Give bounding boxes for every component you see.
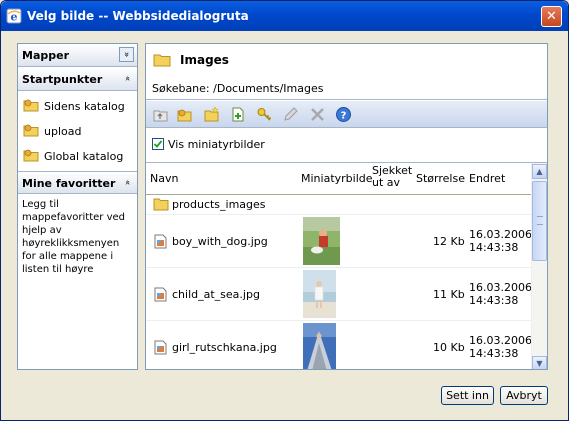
list-item-file[interactable]: child_at_sea.jpg 11 Kb 16.03.2006 14:43:… <box>146 268 532 321</box>
startpoints-section-header[interactable]: Startpunkter « <box>18 68 137 91</box>
file-name: girl_rutschkana.jpg <box>172 341 277 354</box>
list-item-file[interactable]: girl_rutschkana.jpg 10 Kb 16.03.2006 14:… <box>146 321 532 369</box>
file-list: Navn Miniatyrbilde Sjekket ut av Størrels… <box>146 162 547 369</box>
image-file-icon <box>154 234 167 249</box>
arrow-down-icon: ▼ <box>536 359 543 368</box>
image-file-icon <box>154 287 167 302</box>
startpoint-upload[interactable]: upload <box>23 122 135 140</box>
favorite-folder-icon <box>23 149 39 162</box>
svg-text:?: ? <box>341 111 347 122</box>
window-title: Velg bilde -- Webbsidedialogruta <box>27 9 249 23</box>
scroll-up-button[interactable]: ▲ <box>532 164 547 179</box>
thumbnail-image <box>303 217 340 265</box>
file-name: products_images <box>172 198 266 211</box>
file-list-header: Navn Miniatyrbilde Sjekket ut av Størrels… <box>146 163 531 195</box>
right-panel: Images Søkebane: /Documents/Images ? Vis… <box>145 43 548 370</box>
collapse-icon[interactable]: « <box>119 71 134 86</box>
startpoint-site-catalog[interactable]: Sidens katalog <box>23 97 135 115</box>
show-thumbnails-checkbox[interactable] <box>152 138 164 150</box>
favorite-folder-icon <box>23 124 39 137</box>
thumbnail-image <box>303 270 336 318</box>
favorites-section-title: Mine favoritter <box>22 177 116 190</box>
path-label: Søkebane: <box>152 82 210 95</box>
checkmark-icon <box>153 140 163 148</box>
insert-button[interactable]: Sett inn <box>441 386 494 405</box>
favorites-help-text: Legg til mappefavoritter ved hjelp av hø… <box>22 199 125 275</box>
title-bar[interactable]: e Velg bilde -- Webbsidedialogruta ✕ <box>1 1 568 31</box>
arrow-up-icon: ▲ <box>536 167 543 176</box>
new-folder-icon[interactable] <box>203 106 220 123</box>
list-item-file[interactable]: boy_with_dog.jpg 12 Kb 16.03.2006 14:43:… <box>146 215 532 268</box>
file-date: 16.03.2006 <box>469 228 532 241</box>
file-date: 16.03.2006 <box>469 334 532 347</box>
folder-icon <box>153 54 171 67</box>
cancel-button[interactable]: Avbryt <box>500 386 548 405</box>
current-folder-title: Images <box>180 53 229 67</box>
column-modified[interactable]: Endret <box>469 172 505 185</box>
column-thumbnail[interactable]: Miniatyrbilde <box>301 172 373 185</box>
file-time: 14:43:38 <box>469 294 519 307</box>
delete-icon[interactable] <box>309 106 326 123</box>
dialog-window: e Velg bilde -- Webbsidedialogruta ✕ Map… <box>0 0 569 421</box>
file-name: boy_with_dog.jpg <box>172 235 268 248</box>
folder-icon <box>153 198 169 211</box>
path-value: /Documents/Images <box>213 82 324 95</box>
folder-up-icon[interactable] <box>152 106 169 123</box>
dialog-client: Mapper » Startpunkter « Sidens katalog u… <box>4 31 565 417</box>
column-checked-out[interactable]: Sjekket ut av <box>372 165 412 189</box>
image-file-icon <box>154 340 167 355</box>
left-panel: Mapper » Startpunkter « Sidens katalog u… <box>17 43 138 370</box>
folders-section-header[interactable]: Mapper » <box>18 44 137 67</box>
new-file-icon[interactable] <box>230 106 247 123</box>
scrollbar-thumb[interactable] <box>532 181 547 261</box>
column-name[interactable]: Navn <box>150 172 178 185</box>
file-time: 14:43:38 <box>469 241 519 254</box>
list-item-folder[interactable]: products_images <box>146 195 531 215</box>
favorite-folder-icon[interactable] <box>176 106 193 123</box>
startpoint-label: upload <box>44 125 82 138</box>
folders-section-title: Mapper <box>22 49 70 62</box>
edit-icon[interactable] <box>282 106 299 123</box>
scroll-down-button[interactable]: ▼ <box>532 356 547 369</box>
startpoint-label: Global katalog <box>44 150 124 163</box>
file-size: 12 Kb <box>433 235 465 248</box>
startpoint-global-catalog[interactable]: Global katalog <box>23 147 135 165</box>
folder-header: Images Søkebane: /Documents/Images <box>146 44 547 100</box>
file-date: 16.03.2006 <box>469 281 532 294</box>
favorite-folder-icon <box>23 99 39 112</box>
close-icon: ✕ <box>546 9 557 24</box>
column-size[interactable]: Størrelse <box>416 172 465 185</box>
file-time: 14:43:38 <box>469 347 519 360</box>
file-name: child_at_sea.jpg <box>172 288 260 301</box>
favorites-section-header[interactable]: Mine favoritter « <box>18 171 137 194</box>
ie-icon: e <box>6 8 22 24</box>
search-path: Søkebane: /Documents/Images <box>152 82 323 95</box>
column-checked-out-line2: ut av <box>372 176 401 189</box>
file-size: 11 Kb <box>433 288 465 301</box>
file-toolbar: ? <box>146 101 547 128</box>
expand-icon[interactable]: » <box>119 47 134 62</box>
help-icon[interactable]: ? <box>335 106 352 123</box>
key-icon[interactable] <box>256 106 273 123</box>
close-button[interactable]: ✕ <box>541 6 562 27</box>
show-thumbnails-label: Vis miniatyrbilder <box>168 138 265 151</box>
startpoints-section-title: Startpunkter <box>22 73 103 86</box>
startpoint-label: Sidens katalog <box>44 100 125 113</box>
vertical-scrollbar[interactable]: ▲ ▼ <box>531 163 547 369</box>
thumbnail-image <box>303 323 336 369</box>
file-size: 10 Kb <box>433 341 465 354</box>
grip-icon <box>537 216 543 225</box>
collapse-icon[interactable]: « <box>119 175 134 190</box>
